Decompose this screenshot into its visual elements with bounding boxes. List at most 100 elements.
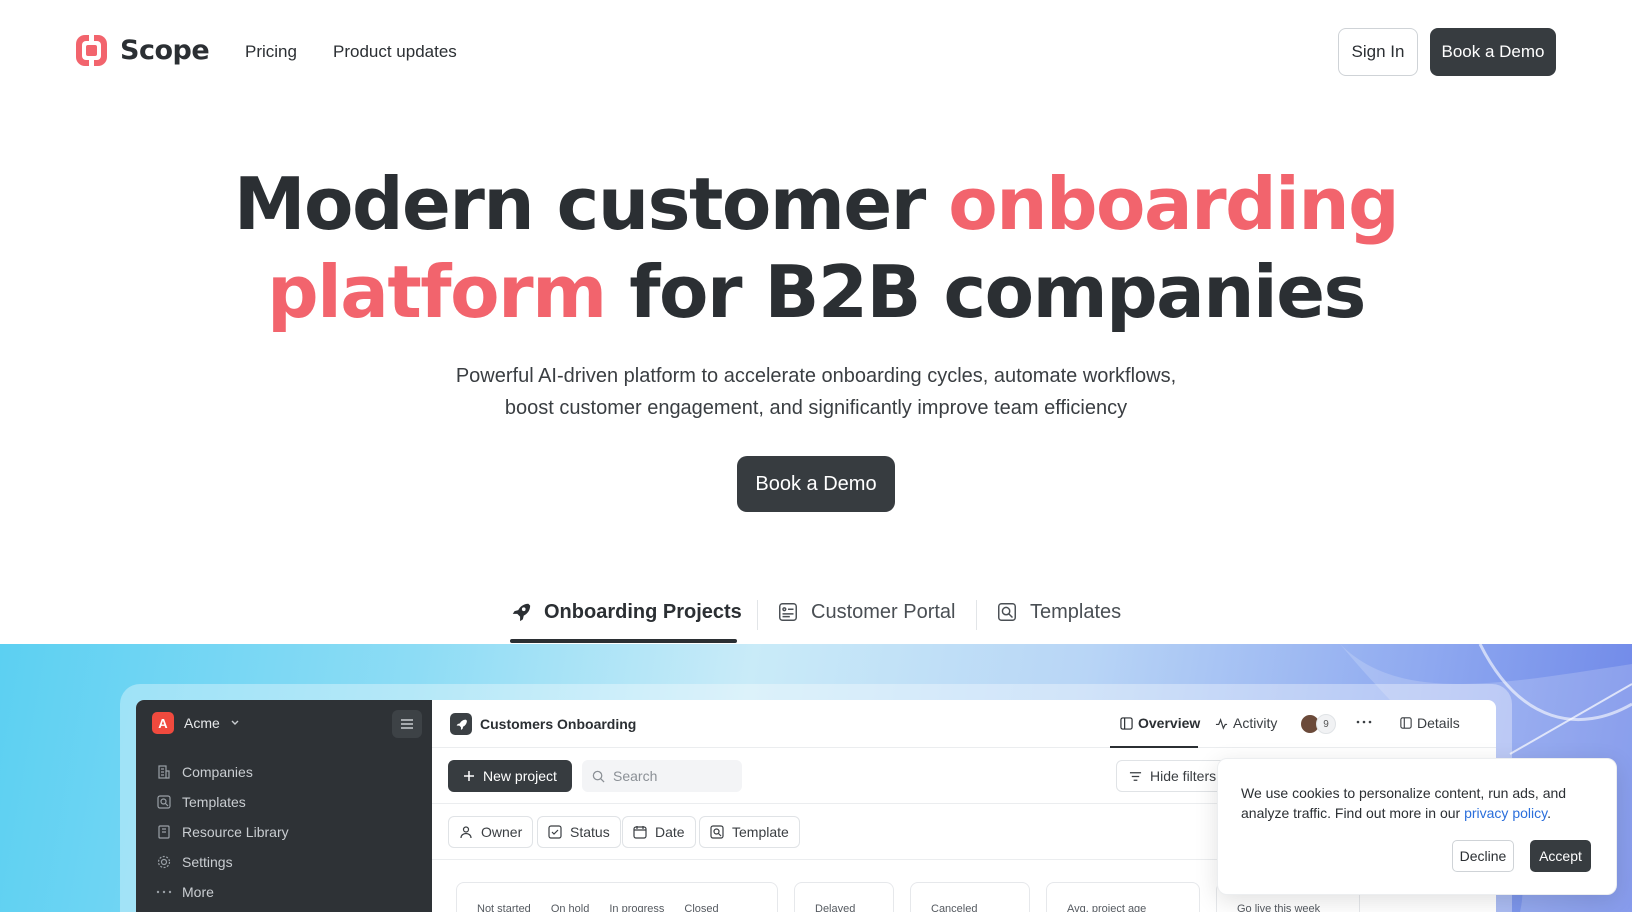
more-dots-icon (1356, 720, 1372, 724)
details-button[interactable]: Details (1400, 715, 1460, 731)
search-placeholder: Search (613, 768, 658, 784)
brand-logo[interactable]: Scope (75, 34, 210, 67)
nav-link-product-updates[interactable]: Product updates (333, 42, 457, 62)
templates-icon (157, 795, 171, 809)
tab-activity-label: Activity (1233, 715, 1278, 731)
filter-icon (1129, 771, 1142, 781)
stat-label: In progress (609, 903, 665, 912)
member-count-badge[interactable]: 9 (1316, 714, 1336, 734)
accept-button[interactable]: Accept (1530, 840, 1591, 872)
page-title: Customers Onboarding (480, 716, 637, 732)
workspace-name: Acme (184, 715, 220, 731)
tab-templates[interactable]: Templates (996, 588, 1121, 636)
nav-book-demo-button[interactable]: Book a Demo (1430, 28, 1556, 76)
workspace-switcher[interactable]: A Acme (152, 712, 240, 734)
sidebar-item-label: Resource Library (182, 824, 289, 840)
stat-label: Closed (684, 903, 719, 912)
stat-card-delayed: Delayed (794, 882, 894, 912)
headline-accent-platform: platform (267, 250, 607, 334)
layout-icon (1120, 716, 1133, 730)
tab-label: Onboarding Projects (544, 600, 742, 623)
hero-subtitle: Powerful AI-driven platform to accelerat… (0, 360, 1632, 424)
top-navigation: Scope Pricing Product updates Sign In Bo… (0, 0, 1632, 104)
tab-overview-label: Overview (1138, 715, 1201, 731)
active-tab-indicator (510, 639, 737, 643)
sidebar-item-label: Templates (182, 794, 246, 810)
tab-customer-portal[interactable]: Customer Portal (777, 588, 956, 636)
tab-divider (976, 600, 977, 630)
activity-icon (1215, 717, 1228, 730)
sidebar-item-settings[interactable]: Settings (156, 850, 233, 874)
subtitle-line1: Powerful AI-driven platform to accelerat… (455, 365, 1177, 387)
filter-label: Owner (481, 824, 523, 840)
search-input[interactable]: Search (582, 760, 742, 792)
sidebar-item-companies[interactable]: Companies (156, 760, 253, 784)
sidebar-item-label: More (182, 884, 214, 900)
gear-icon (157, 855, 171, 869)
tab-label: Customer Portal (811, 600, 956, 623)
stat-label: On hold (550, 903, 590, 912)
calendar-icon (633, 826, 647, 839)
book-icon (158, 825, 170, 839)
chevron-down-icon (231, 720, 239, 725)
templates-icon (998, 603, 1016, 621)
user-icon (460, 826, 472, 839)
workspace-badge: A (152, 712, 174, 734)
hero-book-demo-button[interactable]: Book a Demo (737, 456, 895, 512)
more-dots-icon (156, 890, 172, 894)
tab-onboarding-projects[interactable]: Onboarding Projects (510, 588, 742, 636)
plus-icon (464, 771, 475, 781)
filter-label: Date (655, 824, 685, 840)
sidebar-toggle-button[interactable] (392, 710, 422, 738)
tab-divider (757, 600, 758, 630)
headline-accent-onboarding: onboarding (948, 162, 1399, 246)
panel-icon (1400, 717, 1412, 729)
stat-label: Avg. project age (1067, 903, 1147, 912)
rocket-icon (450, 713, 472, 735)
templates-icon (710, 825, 724, 839)
tab-label: Templates (1030, 600, 1122, 623)
hero-headline: Modern customer onboarding platform for … (0, 160, 1632, 336)
stat-label: Canceled (931, 903, 978, 912)
rocket-icon (512, 603, 531, 622)
tab-activity[interactable]: Activity (1215, 715, 1277, 731)
filter-status[interactable]: Status (537, 816, 621, 848)
sidebar-item-more[interactable]: More (156, 880, 214, 904)
filter-date[interactable]: Date (622, 816, 696, 848)
app-sidebar: A Acme Companies Templates Resource Libr… (136, 700, 432, 912)
stat-label: Go live this week (1237, 903, 1321, 912)
sidebar-item-resource-library[interactable]: Resource Library (156, 820, 289, 844)
building-icon (158, 765, 170, 779)
stat-label: Not started (477, 903, 531, 912)
checkbox-icon (548, 825, 562, 839)
filter-template[interactable]: Template (699, 816, 800, 848)
feature-tabs: Onboarding Projects Customer Portal Temp… (0, 588, 1632, 644)
sidebar-item-label: Companies (182, 764, 253, 780)
filter-label: Status (570, 824, 610, 840)
filter-owner[interactable]: Owner (448, 816, 534, 848)
hide-filters-button[interactable]: Hide filters (1116, 760, 1226, 792)
sign-in-button[interactable]: Sign In (1338, 28, 1418, 76)
stat-card-canceled: Canceled (910, 882, 1030, 912)
scope-logo-icon (76, 34, 107, 67)
headline-part1: Modern customer (233, 162, 949, 246)
decline-button[interactable]: Decline (1452, 840, 1514, 872)
nav-link-pricing[interactable]: Pricing (245, 42, 297, 62)
sidebar-item-templates[interactable]: Templates (156, 790, 246, 814)
stat-card-avg-age: Avg. project age (1046, 882, 1200, 912)
brand-name: Scope (120, 35, 210, 66)
stat-label: Delayed (815, 903, 856, 912)
hide-filters-label: Hide filters (1150, 768, 1217, 784)
cookie-banner: We use cookies to personalize content, r… (1217, 758, 1617, 895)
new-project-label: New project (483, 768, 557, 784)
portal-icon (779, 603, 797, 621)
stat-card-status: Not started On hold In progress Closed (456, 882, 778, 912)
tab-overview[interactable]: Overview (1120, 715, 1200, 731)
headline-part2: for B2B companies (605, 250, 1366, 334)
privacy-policy-link[interactable]: privacy policy (1464, 805, 1547, 821)
menu-icon (401, 719, 413, 729)
more-options-button[interactable] (1356, 715, 1372, 729)
cookie-text-end: . (1547, 805, 1551, 821)
new-project-button[interactable]: New project (448, 760, 572, 792)
app-topbar: Customers Onboarding Overview Activity 9 (432, 700, 1496, 748)
